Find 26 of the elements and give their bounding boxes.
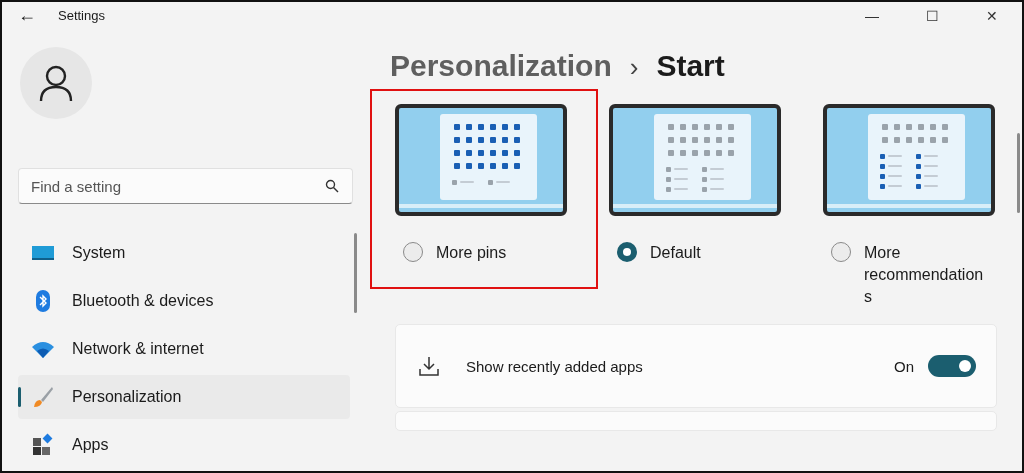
back-button[interactable]: ← xyxy=(18,5,38,26)
search-field[interactable]: Find a setting xyxy=(18,168,353,204)
sidebar-item[interactable]: Apps xyxy=(18,423,350,467)
window-control[interactable]: — xyxy=(842,7,902,24)
radio-button[interactable]: Default xyxy=(609,242,781,264)
page-title: Start xyxy=(656,49,725,83)
scrollbar[interactable] xyxy=(1017,133,1020,213)
brush-icon xyxy=(31,385,55,409)
toggle-switch[interactable] xyxy=(928,355,976,377)
breadcrumb-link[interactable]: Personalization xyxy=(390,49,612,83)
sidebar-item[interactable]: Personalization xyxy=(18,375,350,419)
window-title: Settings xyxy=(58,8,105,23)
setting-label: Show recently added apps xyxy=(466,357,643,375)
sidebar-item[interactable]: Network & internet xyxy=(18,327,350,371)
search-icon xyxy=(325,179,339,193)
toggle-state: On xyxy=(894,357,914,375)
sidebar-item[interactable]: Bluetooth & devices xyxy=(18,279,350,323)
download-icon xyxy=(418,355,440,377)
sidebar-item[interactable]: System xyxy=(18,231,350,275)
breadcrumb-separator: › xyxy=(629,52,639,83)
radio-button[interactable]: More pins xyxy=(395,242,567,264)
window-control[interactable]: ✕ xyxy=(962,7,1022,24)
scrollbar[interactable] xyxy=(354,233,357,313)
radio-button[interactable]: More recommendations xyxy=(823,242,995,308)
window-control[interactable]: ☐ xyxy=(902,7,962,24)
apps-icon xyxy=(31,433,55,457)
